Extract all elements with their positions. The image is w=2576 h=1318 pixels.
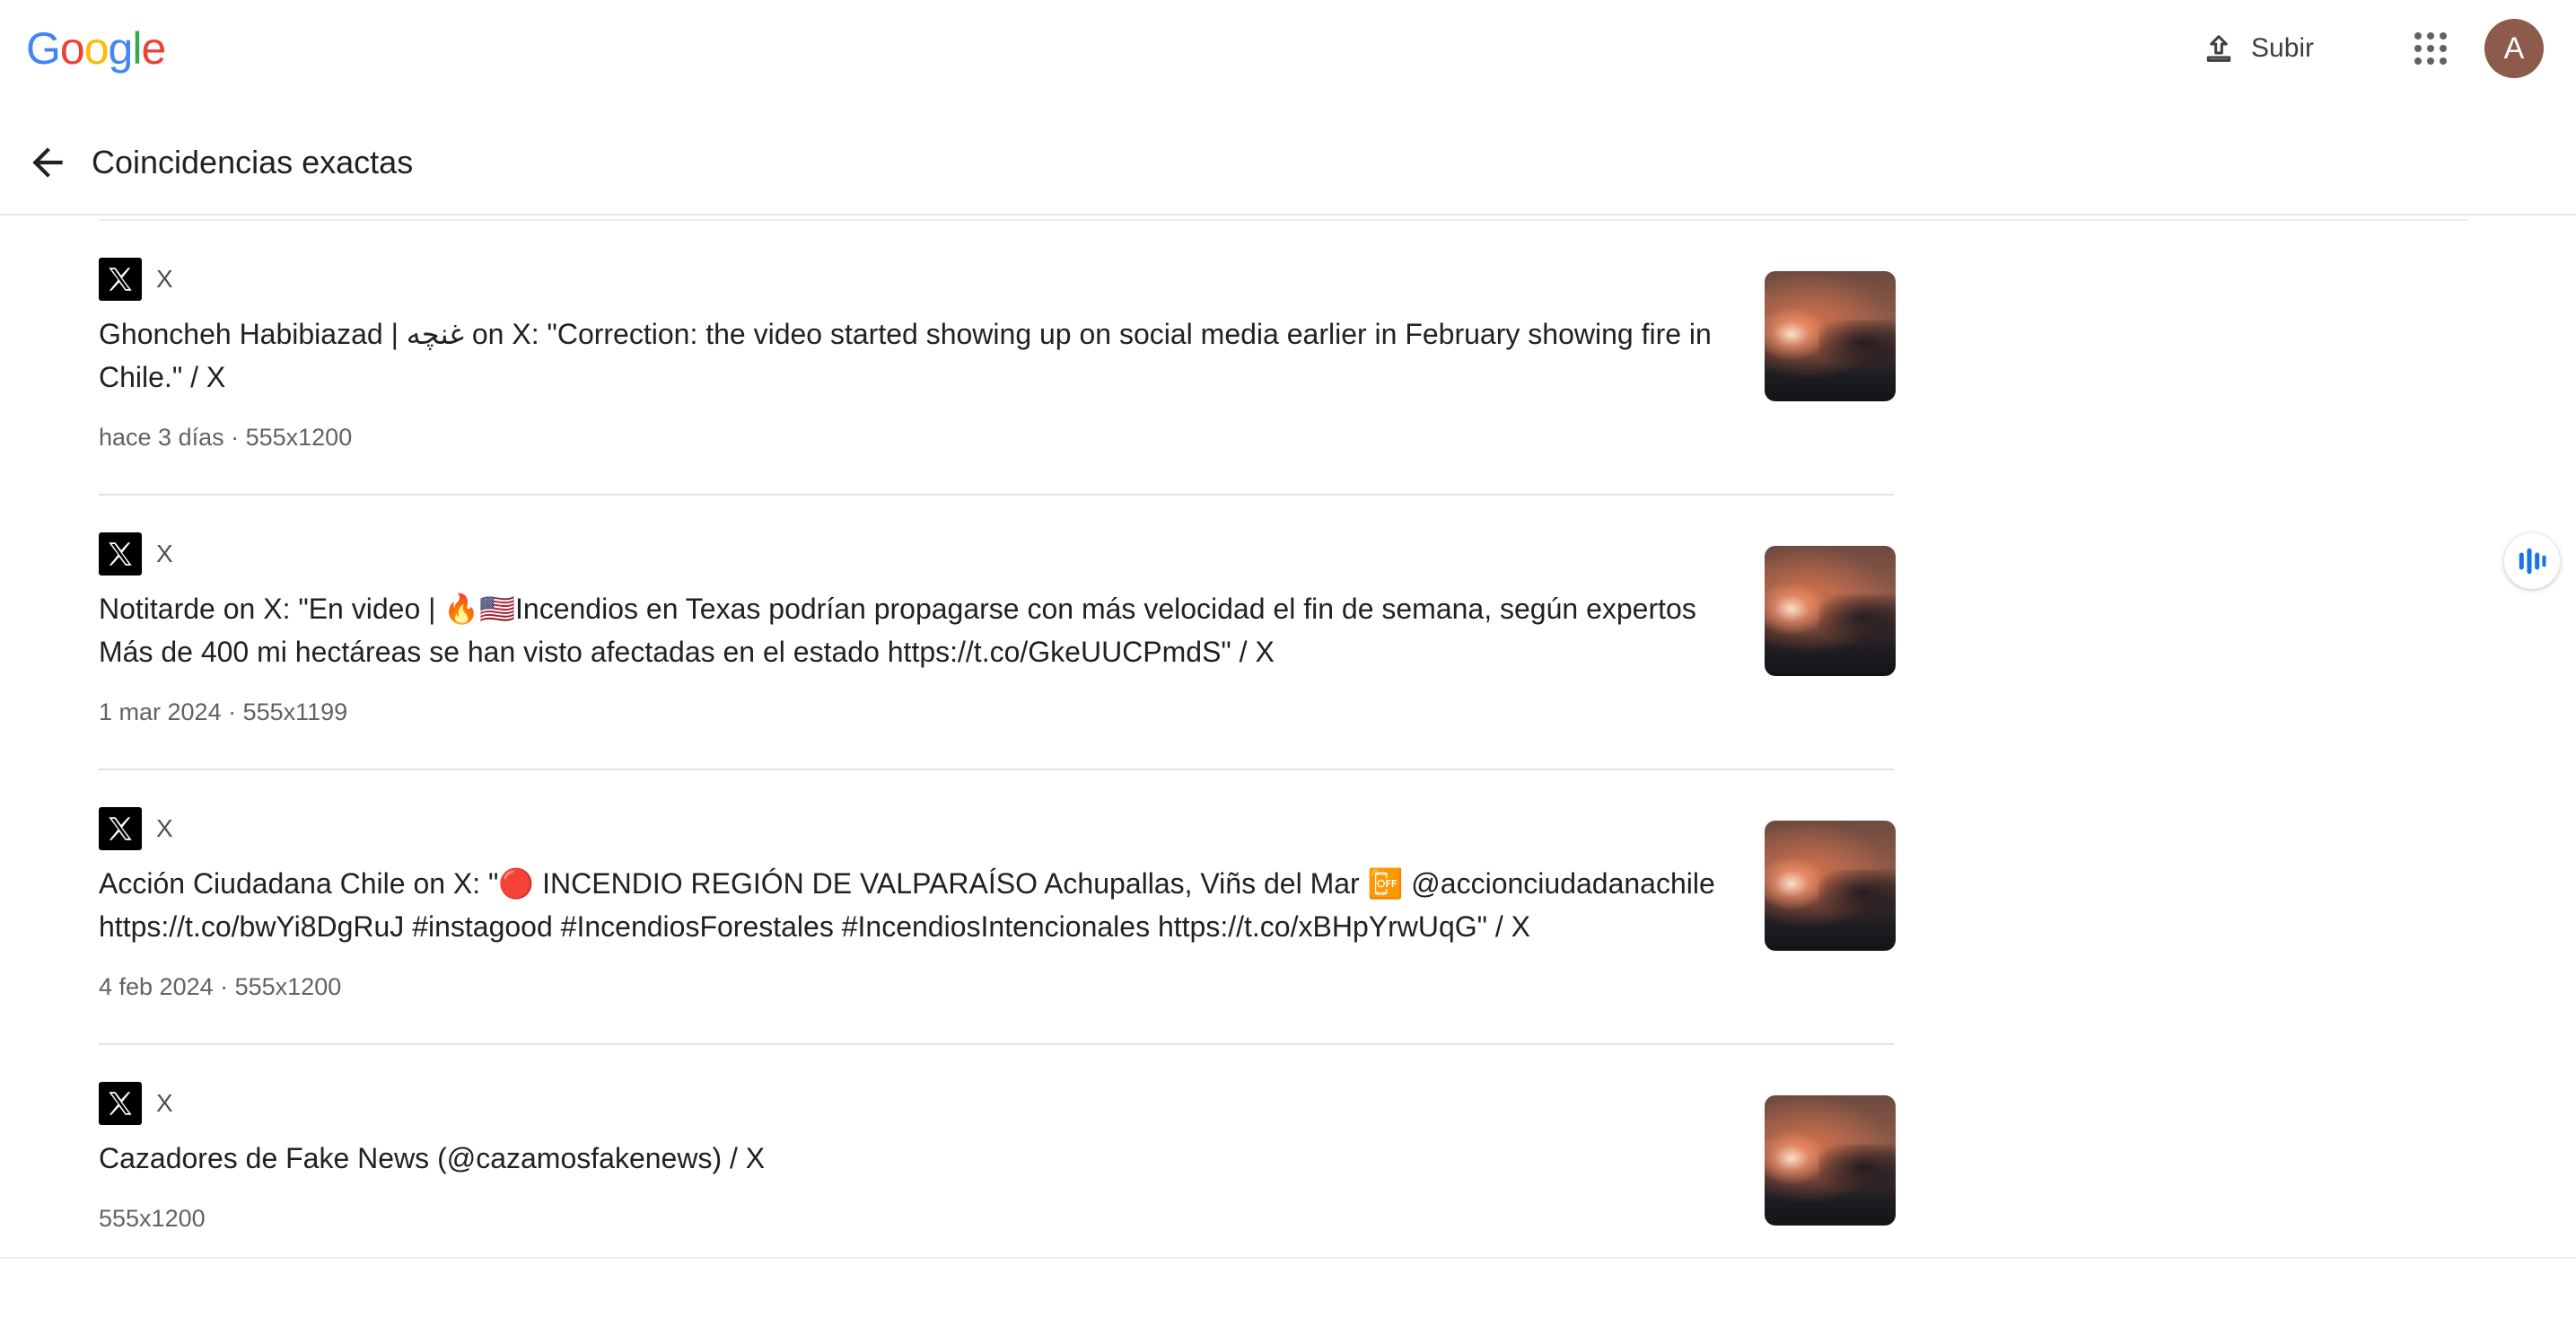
- logo-letter: G: [26, 23, 61, 74]
- result-item[interactable]: X Notitarde on X: "En video | 🔥🇺🇸Incendi…: [99, 496, 1896, 770]
- x-logo-icon: [99, 258, 142, 301]
- x-logo-icon: [99, 1082, 142, 1125]
- results-list: X Ghoncheh Habibiazad | غنچه on X: "Corr…: [99, 221, 1896, 1318]
- google-logo[interactable]: Google: [26, 22, 166, 75]
- side-panel-button[interactable]: [2504, 533, 2560, 589]
- result-thumbnail[interactable]: [1765, 546, 1896, 676]
- source-name: X: [156, 540, 173, 567]
- result-source[interactable]: X: [99, 1081, 173, 1126]
- upload-label: Subir: [2251, 33, 2315, 63]
- result-item[interactable]: X Acción Ciudadana Chile on X: "🔴 INCEND…: [99, 770, 1896, 1045]
- upload-button[interactable]: Subir: [2194, 23, 2321, 74]
- result-title-link[interactable]: Acción Ciudadana Chile on X: "🔴 INCENDIO…: [99, 862, 1723, 948]
- result-meta: 4 feb 2024 · 555x1200: [99, 973, 342, 1000]
- top-bar: Google Subir A: [0, 0, 2576, 97]
- divider: [0, 1257, 2576, 1259]
- avatar[interactable]: A: [2484, 19, 2544, 78]
- result-thumbnail[interactable]: [1765, 271, 1896, 401]
- result-meta: 555x1200: [99, 1205, 206, 1232]
- result-title-link[interactable]: Ghoncheh Habibiazad | غنچه on X: "Correc…: [99, 312, 1723, 399]
- logo-letter: g: [108, 23, 134, 74]
- result-source[interactable]: X: [99, 806, 173, 851]
- x-logo-icon: [99, 807, 142, 850]
- result-source[interactable]: X: [99, 257, 173, 302]
- result-title-link[interactable]: Cazadores de Fake News (@cazamosfakenews…: [99, 1137, 1723, 1180]
- result-item[interactable]: X Ghoncheh Habibiazad | غنچه on X: "Corr…: [99, 221, 1896, 496]
- result-source[interactable]: X: [99, 532, 173, 576]
- source-name: X: [156, 814, 173, 842]
- result-thumbnail[interactable]: [1765, 821, 1896, 951]
- logo-letter: o: [83, 23, 110, 74]
- arrow-left-icon[interactable]: [25, 140, 70, 185]
- upload-icon: [2206, 35, 2231, 62]
- result-title-link[interactable]: Notitarde on X: "En video | 🔥🇺🇸Incendios…: [99, 587, 1723, 673]
- source-name: X: [156, 1089, 173, 1117]
- logo-letter: l: [132, 23, 142, 74]
- result-meta: hace 3 días · 555x1200: [99, 424, 353, 451]
- logo-letter: o: [59, 23, 85, 74]
- page-header: Coincidencias exactas: [0, 97, 2576, 215]
- x-logo-icon: [99, 532, 142, 576]
- result-meta: 1 mar 2024 · 555x1199: [99, 699, 348, 725]
- result-thumbnail[interactable]: [1765, 1095, 1896, 1226]
- apps-grid-icon[interactable]: [2409, 27, 2452, 70]
- audio-bars-icon: [2519, 548, 2546, 575]
- page-title: Coincidencias exactas: [92, 144, 414, 180]
- result-item[interactable]: X Cazadores de Fake News (@cazamosfakene…: [99, 1045, 1896, 1318]
- logo-letter: e: [141, 23, 166, 74]
- source-name: X: [156, 265, 173, 293]
